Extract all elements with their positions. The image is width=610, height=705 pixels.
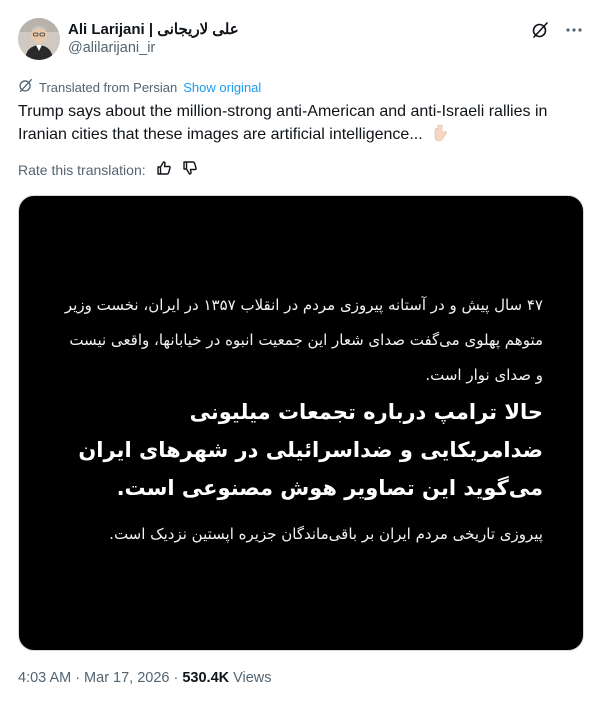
rate-translation: Rate this translation: [18,160,198,179]
media-paragraph-1: ۴۷ سال پیش و در آستانه پیروزی مردم در ان… [64,296,543,384]
tweet-time[interactable]: 4:03 AM [18,670,71,686]
tweet-text: Trump says about the million-strong anti… [18,100,593,146]
translate-icon [18,78,33,96]
tweet-meta: 4:03 AM · Mar 17, 2026 · 530.4K Views [18,670,272,686]
author-handle[interactable]: @alilarijani_ir [68,40,155,56]
author-name-row: Ali Larijani | علی لاریجانی [68,20,239,38]
media-paragraph-2: حالا ترامپ درباره تجمعات میلیونی ضدامریک… [78,400,543,500]
tweet-text-content: Trump says about the million-strong anti… [18,103,548,143]
more-icon[interactable] [564,20,584,40]
author-display-name[interactable]: Ali Larijani | علی لاریجانی [68,20,239,38]
translation-notice: Translated from Persian Show original [18,78,261,96]
tweet-card: Ali Larijani | علی لاریجانی @alilarijani… [0,0,610,705]
thumbs-up-icon[interactable] [156,160,172,179]
header-actions [530,20,584,40]
rate-label: Rate this translation: [18,161,146,178]
pointing-down-emoji [431,124,449,142]
views-label: Views [233,670,272,686]
media-text-block: ۴۷ سال پیش و در آستانه پیروزی مردم در ان… [63,288,543,552]
media-paragraph-3: پیروزی تاریخی مردم ایران بر باقی‌ماندگان… [109,525,543,543]
avatar[interactable] [18,18,60,60]
thumbs-down-icon[interactable] [182,160,198,179]
translated-label: Translated from Persian [39,79,178,95]
avatar-image [18,18,60,60]
grok-icon[interactable] [530,20,550,40]
tweet-date[interactable]: Mar 17, 2026 [84,670,169,686]
tweet-media-image[interactable]: ۴۷ سال پیش و در آستانه پیروزی مردم در ان… [18,195,584,651]
views-count: 530.4K [182,670,230,686]
show-original-link[interactable]: Show original [183,80,261,95]
